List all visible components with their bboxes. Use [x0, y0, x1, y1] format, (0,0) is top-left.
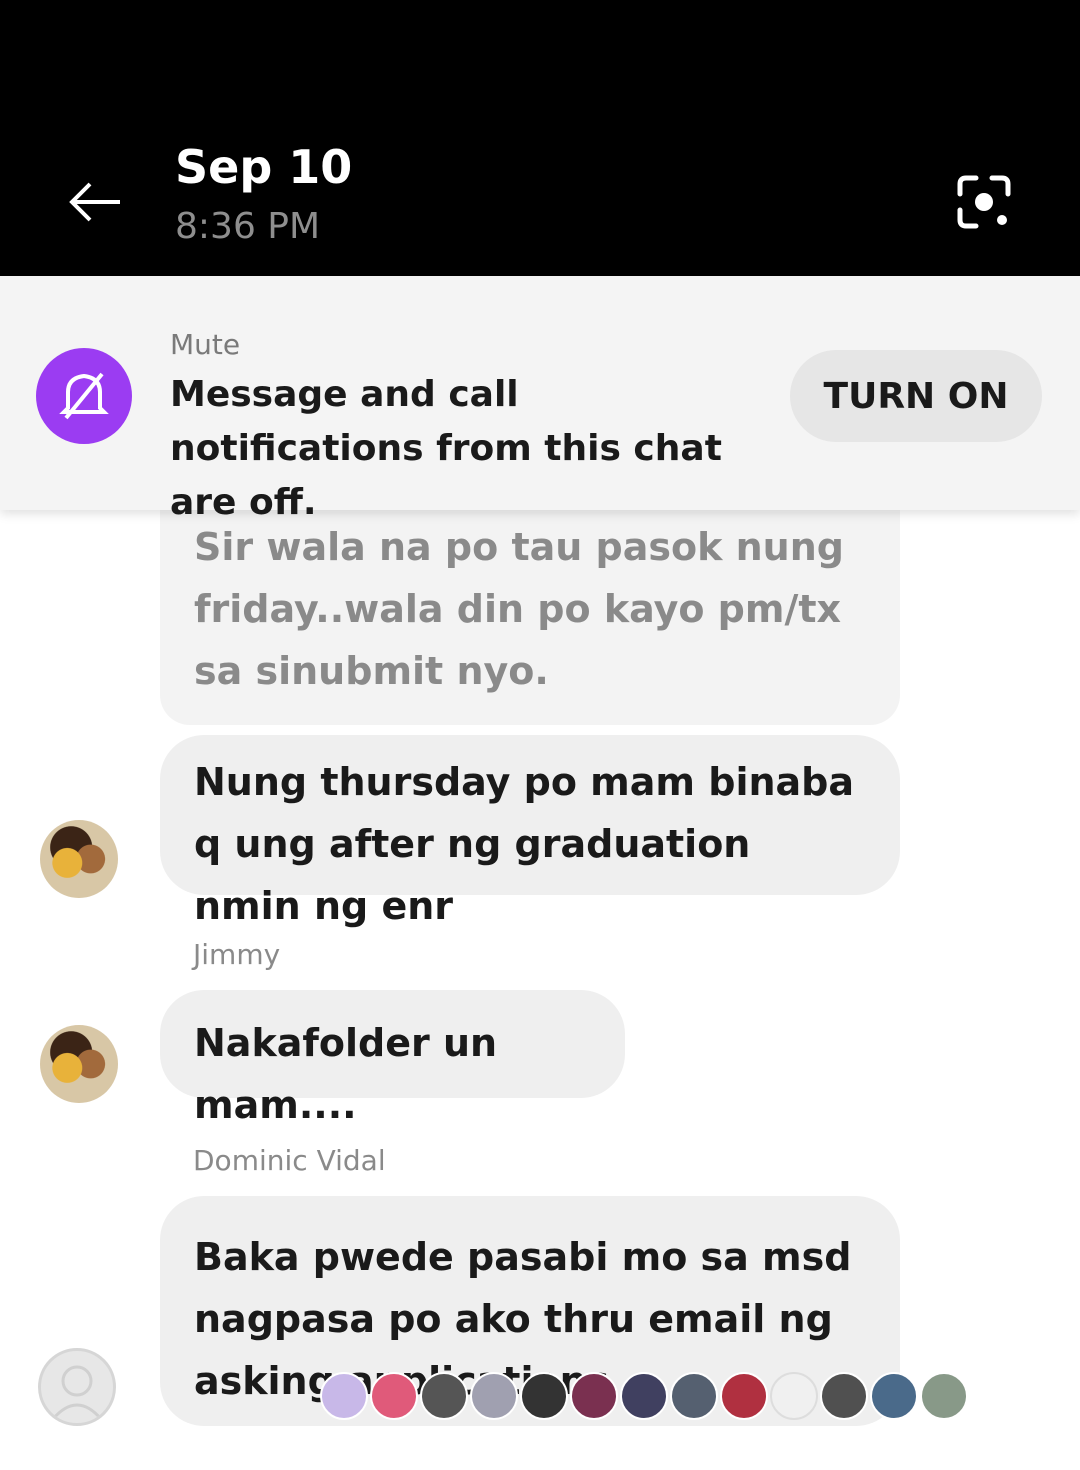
seen-avatar	[820, 1372, 868, 1420]
seen-avatar	[470, 1372, 518, 1420]
sender-name: Jimmy	[193, 938, 281, 971]
seen-avatar	[670, 1372, 718, 1420]
chat-time: 8:36 PM	[175, 206, 321, 247]
avatar[interactable]	[40, 820, 118, 898]
mute-description: Message and call notifications from this…	[170, 374, 722, 523]
message-bubble[interactable]: Nakafolder un mam....	[160, 990, 625, 1127]
seen-avatar	[320, 1372, 368, 1420]
sender-name: Dominic Vidal	[193, 1144, 386, 1177]
top-bar: Sep 10 8:36 PM	[0, 0, 1080, 276]
back-button[interactable]	[64, 172, 124, 232]
seen-avatar	[520, 1372, 568, 1420]
seen-avatars[interactable]	[320, 1372, 1020, 1424]
seen-avatar	[770, 1372, 818, 1420]
seen-avatar	[620, 1372, 668, 1420]
default-avatar-icon	[51, 1365, 103, 1420]
message-bubble[interactable]: Sir wala na po tau pasok nung friday..wa…	[160, 510, 900, 725]
lens-button[interactable]	[950, 168, 1018, 236]
seen-avatar	[420, 1372, 468, 1420]
mute-label: Mute	[170, 328, 241, 361]
seen-avatar	[370, 1372, 418, 1420]
avatar[interactable]	[38, 1348, 116, 1426]
mute-badge	[36, 348, 132, 444]
seen-avatar	[720, 1372, 768, 1420]
turn-on-button[interactable]: TURN ON	[790, 350, 1042, 442]
chat-area: Sir wala na po tau pasok nung friday..wa…	[0, 510, 1080, 1470]
lens-scan-icon	[957, 175, 1011, 229]
arrow-left-icon	[69, 182, 120, 222]
chat-date: Sep 10	[175, 140, 353, 194]
message-bubble[interactable]: Nung thursday po mam binaba q ung after …	[160, 735, 900, 928]
avatar[interactable]	[40, 1025, 118, 1103]
seen-avatar	[870, 1372, 918, 1420]
seen-avatar	[920, 1372, 968, 1420]
mute-banner: Mute Message and call notifications from…	[0, 276, 1080, 523]
seen-avatar	[570, 1372, 618, 1420]
bell-muted-icon	[59, 372, 109, 420]
